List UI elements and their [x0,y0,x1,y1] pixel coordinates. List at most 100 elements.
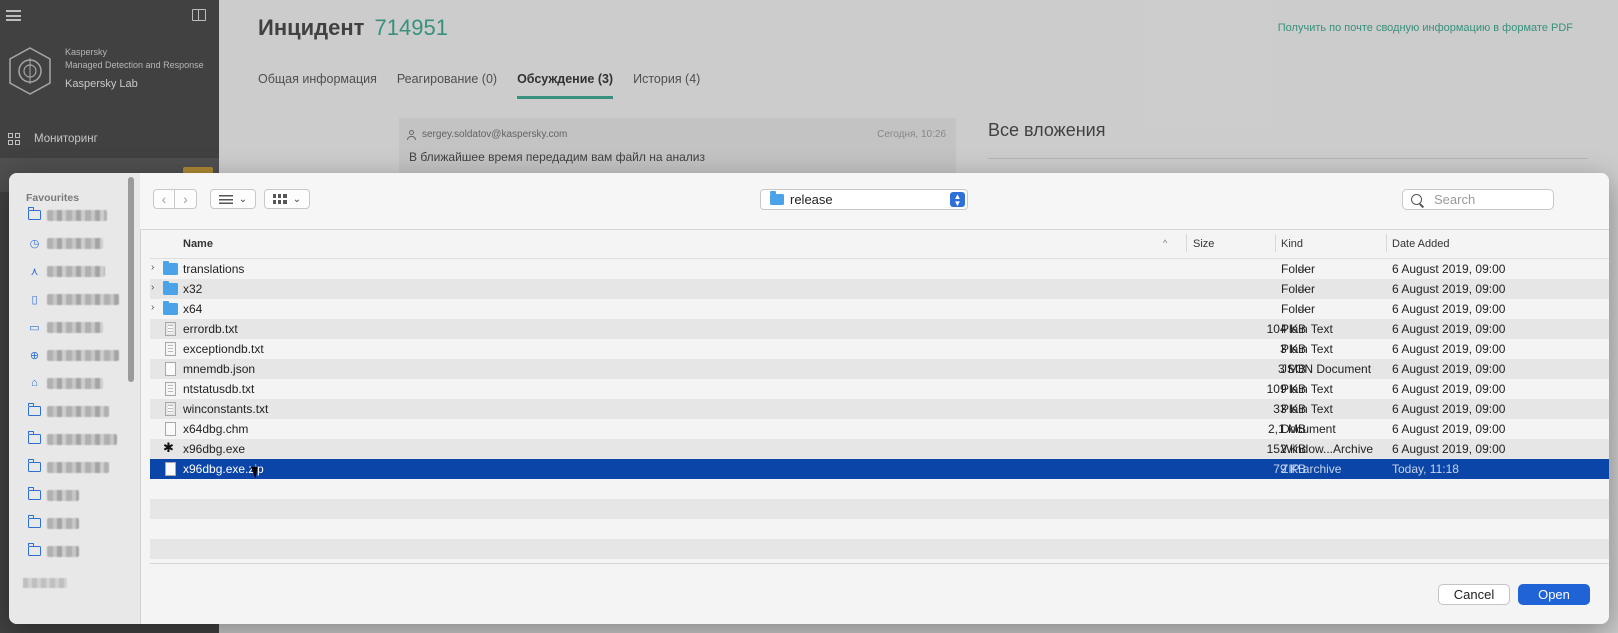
disclosure-chevron-icon[interactable]: › [151,262,154,273]
folder-icon [163,301,178,315]
redacted-label [23,578,67,588]
file-name: exceptiondb.txt [183,342,264,356]
favourites-sidebar: Favourites ◷ ⋏ ▯ ▭ ⊕ ⌂ [9,173,141,624]
history-nav: ‹ › [153,189,197,209]
file-name: x64 [183,302,203,316]
sidebar-scrollbar[interactable] [128,177,134,382]
file-row[interactable]: winconstants.txt 33 KB Plain Text 6 Augu… [150,399,1609,419]
home-icon: ⌂ [31,377,38,389]
folder-icon [27,515,41,529]
file-row[interactable]: x64dbg.chm 2,1 MB Document 6 August 2019… [150,419,1609,439]
bug-icon: ✱ [163,440,174,455]
redacted-label [47,265,105,277]
column-name[interactable]: Name [183,238,213,250]
column-size[interactable]: Size [1193,238,1214,250]
open-button[interactable]: Open [1518,584,1590,605]
zip-file-icon [165,462,176,476]
file-name: x96dbg.exe [183,442,246,456]
document-icon [165,362,176,376]
favourite-item[interactable]: ▯ [28,291,119,307]
chevron-right-icon: › [183,191,188,207]
file-date: 6 August 2019, 09:00 [1392,282,1506,296]
favourite-item[interactable]: ⊕ [28,347,119,363]
file-kind: Window...Archive [1281,442,1374,456]
search-icon [1411,194,1422,205]
disclosure-chevron-icon[interactable]: › [151,282,154,293]
redacted-label [47,433,117,445]
folder-icon [163,281,178,295]
column-date-added[interactable]: Date Added [1392,238,1450,250]
footer-divider [150,563,1609,564]
file-row[interactable]: ntstatusdb.txt 109 KB Plain Text 6 Augus… [150,379,1609,399]
favourite-item[interactable]: ◷ [28,235,103,251]
file-kind: Plain Text [1281,402,1333,416]
search-box[interactable] [1402,189,1554,210]
folder-icon [27,543,41,557]
favourite-item[interactable] [27,515,79,531]
redacted-label [47,377,103,389]
updown-chevron-icon: ▲ ▼ [950,192,965,207]
file-row[interactable]: ✱ x96dbg.exe 152 KB Window...Archive 6 A… [150,439,1609,459]
column-divider[interactable] [1186,234,1187,252]
file-date: Today, 11:18 [1392,462,1459,476]
file-kind: ZIP archive [1281,462,1342,476]
redacted-label [47,517,79,529]
folder-icon [27,403,41,417]
chevron-down-icon: ⌄ [292,193,302,205]
file-row[interactable]: exceptiondb.txt 3 KB Plain Text 6 August… [150,339,1609,359]
column-divider[interactable] [1386,234,1387,252]
redacted-label [47,489,79,501]
file-row[interactable]: › x64 -- Folder 6 August 2019, 09:00 [150,299,1609,319]
list-icon [218,194,233,204]
favourite-item[interactable] [27,431,117,447]
file-row[interactable]: › translations -- Folder 6 August 2019, … [150,259,1609,279]
cancel-button[interactable]: Cancel [1438,584,1510,605]
text-file-icon [165,402,176,416]
favourite-item[interactable] [27,207,107,223]
column-divider[interactable] [1275,234,1276,252]
folder-icon [27,459,41,473]
folder-icon [27,487,41,501]
file-kind: Folder [1281,282,1316,296]
file-date: 6 August 2019, 09:00 [1392,342,1506,356]
favourite-item[interactable] [27,487,79,503]
file-open-dialog: Favourites ◷ ⋏ ▯ ▭ ⊕ ⌂ ‹ › ⌄ ⌄ release ▲… [9,173,1609,624]
redacted-label [47,349,119,361]
favourite-item[interactable] [27,403,109,419]
list-view-button[interactable]: ⌄ [210,189,256,209]
file-kind: Plain Text [1281,342,1333,356]
file-row[interactable]: mnemdb.json 3 MB JSON Document 6 August … [150,359,1609,379]
file-name: translations [183,262,245,276]
file-kind: Plain Text [1281,322,1333,336]
text-file-icon [165,382,176,396]
column-kind[interactable]: Kind [1281,238,1303,250]
redacted-label [47,405,109,417]
favourite-item[interactable]: ⌂ [28,375,103,391]
file-date: 6 August 2019, 09:00 [1392,382,1506,396]
file-row-selected[interactable]: x96dbg.exe.zip 79 KB ZIP archive Today, … [150,459,1609,479]
file-kind: JSON Document [1281,362,1372,376]
disclosure-chevron-icon[interactable]: › [151,302,154,313]
chevron-left-icon: ‹ [161,191,167,207]
favourite-item[interactable] [27,543,79,559]
favourite-item[interactable]: ▭ [28,319,103,335]
file-date: 6 August 2019, 09:00 [1392,362,1506,376]
folder-icon [770,191,784,205]
favourite-item[interactable]: ⋏ [28,263,105,279]
document-icon [165,422,176,436]
back-button[interactable]: ‹ [153,189,175,209]
forward-button[interactable]: › [175,189,197,209]
file-kind: Plain Text [1281,382,1333,396]
redacted-label [47,461,109,473]
file-name: winconstants.txt [183,402,269,416]
path-selector[interactable]: release ▲ ▼ [760,189,968,210]
favourite-item[interactable] [27,459,109,475]
chevron-down-icon: ⌄ [238,193,248,205]
favourites-title: Favourites [26,192,80,204]
file-row[interactable]: › x32 -- Folder 6 August 2019, 09:00 [150,279,1609,299]
redacted-label [47,545,79,557]
file-table: Name ^ Size Kind Date Added › translatio… [150,229,1609,559]
search-input[interactable] [1432,191,1546,208]
grid-view-button[interactable]: ⌄ [264,189,310,209]
file-row[interactable]: errordb.txt 104 KB Plain Text 6 August 2… [150,319,1609,339]
